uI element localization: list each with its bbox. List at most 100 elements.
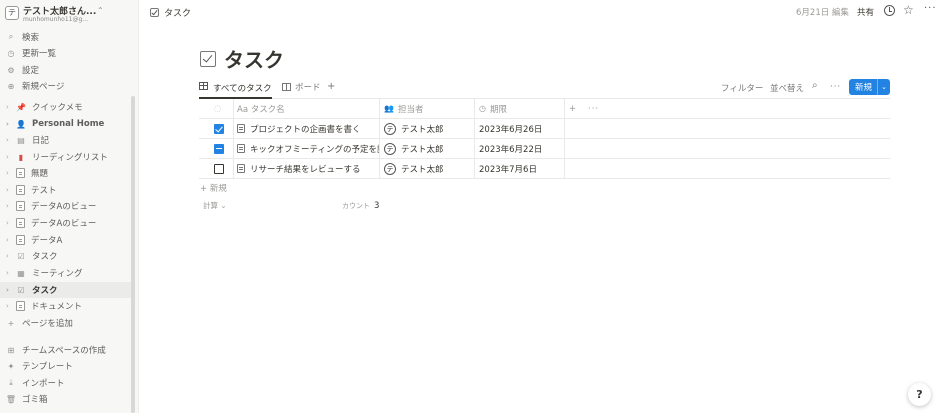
new-button[interactable]: 新規 ⌄ (849, 79, 890, 95)
more-icon[interactable]: ··· (830, 82, 841, 92)
sidebar-item-templates[interactable]: ✦ テンプレート (0, 358, 134, 374)
more-icon[interactable]: ··· (924, 3, 937, 14)
calculate-button[interactable]: 計算 ⌄ (203, 200, 227, 211)
task-name-cell[interactable]: リサーチ結果をレビューする (237, 159, 377, 178)
column-header-name[interactable]: Aa タスク名 (237, 99, 377, 118)
column-divider (379, 139, 380, 158)
table-row[interactable]: プロジェクトの企画書を書く テテスト太郎 2023年6月26日 (199, 119, 890, 139)
table-row[interactable]: キックオフミーティングの予定を調整 テテスト太郎 2023年6月22日 (199, 139, 890, 159)
sidebar-item-trash[interactable]: 🗑 ゴミ箱 (0, 391, 134, 407)
chevron-right-icon[interactable]: › (6, 236, 14, 244)
sidebar-page-task-1[interactable]: › ☑ タスク (0, 248, 134, 264)
sidebar-item-create-teamspace[interactable]: ⊞ チームスペースの作成 (0, 342, 134, 358)
sidebar-page-diary[interactable]: › ▤ 日記 (0, 132, 134, 148)
help-button[interactable]: ? (908, 383, 931, 406)
column-divider (233, 99, 234, 118)
due-cell[interactable]: 2023年6月22日 (479, 139, 559, 158)
people-icon: 👥 (384, 104, 394, 113)
sort-button[interactable]: 並べ替え (770, 82, 804, 94)
row-checkbox[interactable] (214, 139, 224, 158)
checkbox-icon[interactable] (200, 50, 216, 67)
assignee-cell[interactable]: テテスト太郎 (384, 159, 469, 178)
sidebar-scrollbar[interactable] (131, 96, 135, 413)
book-icon: ▤ (17, 135, 25, 145)
chevron-right-icon[interactable]: › (6, 269, 14, 277)
book-red-icon: ▮ (18, 152, 24, 162)
column-header-due[interactable]: ◷ 期限 (479, 99, 559, 118)
sidebar-page-document[interactable]: › ドキュメント (0, 298, 134, 314)
workspace-switcher[interactable]: テ テスト太郎さん... munhomunho11@g... ⌃ (4, 3, 134, 25)
sidebar-item-settings[interactable]: ⚙ 設定 (0, 62, 134, 78)
chevron-right-icon[interactable]: › (6, 136, 14, 144)
checkbox-mixed-icon[interactable] (214, 143, 224, 154)
history-icon[interactable] (884, 5, 895, 16)
tab-board[interactable]: ボード (282, 81, 321, 93)
sidebar-item-new-page[interactable]: ⊕ 新規ページ (0, 78, 134, 94)
star-icon[interactable]: ☆ (903, 3, 914, 17)
assignee-cell[interactable]: テテスト太郎 (384, 139, 469, 158)
sidebar-page-test[interactable]: › テスト (0, 182, 134, 198)
sidebar-page-data-a[interactable]: › データA (0, 232, 134, 248)
share-button[interactable]: 共有 (857, 6, 874, 18)
count-summary[interactable]: カウント 3 (342, 201, 379, 211)
chevron-right-icon[interactable]: › (6, 153, 14, 161)
avatar: テ (384, 122, 396, 135)
sidebar-page-meeting[interactable]: › ▦ ミーティング (0, 265, 134, 281)
sidebar-page-untitled[interactable]: › 無題 (0, 165, 134, 181)
new-row-button[interactable]: + 新規 (200, 182, 227, 194)
search-icon[interactable]: ⌕ (812, 80, 818, 91)
task-name-cell[interactable]: プロジェクトの企画書を書く (237, 119, 377, 138)
sidebar-item-search[interactable]: ⌕ 検索 (0, 29, 134, 45)
due-cell[interactable]: 2023年7月6日 (479, 159, 559, 178)
topbar: タスク 6月21日 編集 共有 ☆ ··· (139, 0, 940, 26)
column-divider (474, 159, 475, 178)
table-header: ◌ Aa タスク名 👥 担当者 ◷ 期限 + ··· (199, 99, 890, 119)
tab-all-tasks[interactable]: すべてのタスク (199, 81, 272, 99)
task-name-cell[interactable]: キックオフミーティングの予定を調整 (237, 139, 379, 158)
sidebar-page-data-a-view-2[interactable]: › データAのビュー (0, 215, 134, 231)
assignee-cell[interactable]: テテスト太郎 (384, 119, 469, 138)
sidebar-item-updates[interactable]: ◷ 更新一覧 (0, 45, 134, 61)
gear-icon: ⚙ (7, 65, 15, 75)
chevron-right-icon[interactable]: › (6, 252, 14, 260)
column-divider (379, 119, 380, 138)
due-cell[interactable]: 2023年6月26日 (479, 119, 559, 138)
sidebar-page-reading-list[interactable]: › ▮ リーディングリスト (0, 149, 134, 165)
add-column-button[interactable]: + (569, 99, 576, 118)
search-icon: ⌕ (8, 32, 14, 41)
chevron-right-icon[interactable]: › (6, 302, 14, 310)
view-bar: すべてのタスク ボード + フィルター 並べ替え ⌕ ··· 新規 ⌄ (199, 79, 890, 99)
table-row[interactable]: リサーチ結果をレビューする テテスト太郎 2023年7月6日 (199, 159, 890, 179)
import-icon: ⤓ (9, 378, 13, 387)
chevron-right-icon[interactable]: › (6, 186, 14, 194)
sidebar-add-page[interactable]: + ページを追加 (0, 315, 134, 331)
column-divider (474, 139, 475, 158)
sidebar-page-personal-home[interactable]: › 👤 Personal Home (0, 116, 134, 132)
filter-button[interactable]: フィルター (721, 82, 763, 94)
column-divider (474, 99, 475, 118)
clock-icon: ◷ (7, 48, 15, 58)
column-divider (379, 159, 380, 178)
row-checkbox[interactable] (214, 119, 224, 138)
loading-icon: ◌ (214, 103, 222, 114)
column-header-assignee[interactable]: 👥 担当者 (384, 99, 469, 118)
more-icon[interactable]: ··· (588, 99, 599, 118)
add-view-button[interactable]: + (327, 81, 335, 92)
sidebar-page-quick-note[interactable]: › 📌 クイックメモ (0, 99, 134, 115)
chevron-right-icon[interactable]: › (6, 219, 14, 227)
sidebar-item-import[interactable]: ⤓ インポート (0, 375, 134, 391)
sidebar-page-task-active[interactable]: › ☑ タスク (0, 282, 134, 298)
row-checkbox[interactable] (214, 159, 224, 178)
sidebar-page-data-a-view-1[interactable]: › データAのビュー (0, 198, 134, 214)
page-title-text[interactable]: タスク (224, 44, 284, 73)
chevron-right-icon[interactable]: › (6, 169, 14, 177)
breadcrumb[interactable]: タスク (150, 6, 191, 19)
chevron-right-icon[interactable]: › (6, 120, 14, 128)
chevron-right-icon[interactable]: › (6, 202, 14, 210)
checkbox-checked-icon[interactable] (214, 123, 224, 134)
chevron-right-icon[interactable]: › (6, 103, 14, 111)
chevron-right-icon[interactable]: › (6, 286, 14, 294)
checkbox-unchecked-icon[interactable] (214, 163, 224, 174)
task-table: ◌ Aa タスク名 👥 担当者 ◷ 期限 + ··· プロジェクトの企画書を書く テ… (199, 99, 890, 211)
chevron-down-icon[interactable]: ⌄ (877, 79, 890, 95)
